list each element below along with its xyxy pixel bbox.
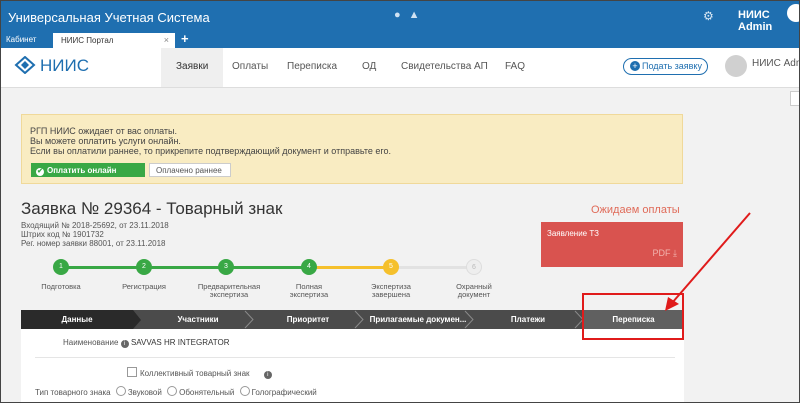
window-border: [0, 0, 800, 403]
